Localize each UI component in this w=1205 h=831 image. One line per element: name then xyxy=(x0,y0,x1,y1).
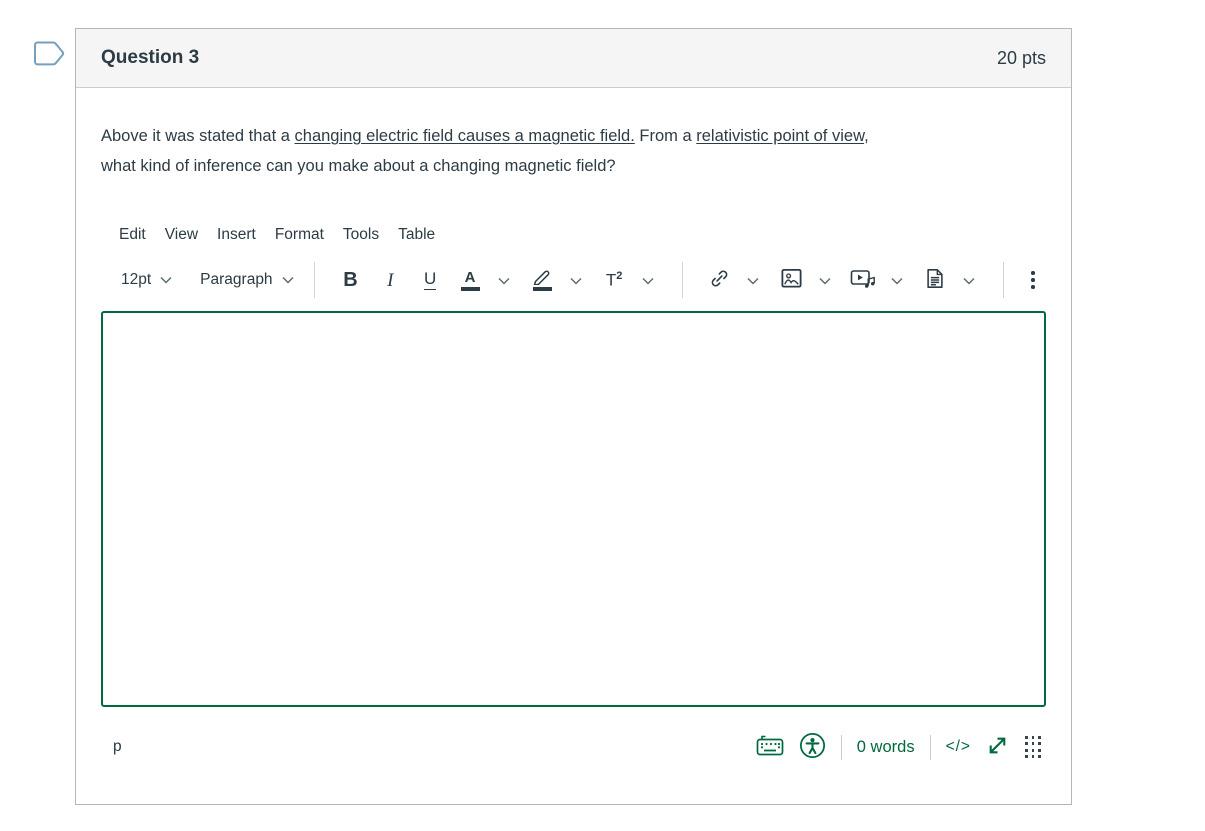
highlighter-pencil-icon xyxy=(532,269,552,291)
paragraph-style-dropdown[interactable]: Paragraph xyxy=(196,267,297,293)
rce-menubar: Edit View Insert Format Tools Table xyxy=(101,225,1046,244)
question-title: Question 3 xyxy=(101,47,200,68)
menu-format[interactable]: Format xyxy=(275,225,324,244)
superscript-dropdown-chevron[interactable] xyxy=(642,273,654,288)
menu-table[interactable]: Table xyxy=(398,225,435,244)
highlight-color-button[interactable] xyxy=(522,262,562,298)
underline-icon: U xyxy=(424,269,437,290)
menu-edit[interactable]: Edit xyxy=(119,225,146,244)
document-icon xyxy=(924,267,946,293)
accessibility-checker-button[interactable] xyxy=(799,732,826,762)
document-dropdown-chevron[interactable] xyxy=(963,273,975,288)
fullscreen-button[interactable] xyxy=(986,734,1009,760)
superscript-icon: T2 xyxy=(605,270,623,290)
menu-insert[interactable]: Insert xyxy=(217,225,256,244)
resize-drag-handle-icon[interactable] xyxy=(1024,735,1042,760)
html-editor-button[interactable]: </> xyxy=(946,738,971,756)
rce-editor-area[interactable] xyxy=(101,311,1046,707)
bold-button[interactable]: B xyxy=(331,262,371,298)
question-text-underlined: relativistic point of view xyxy=(696,127,865,145)
question-text-part: From a xyxy=(634,127,697,145)
question-text-part: what kind of inference can you make abou… xyxy=(101,157,616,175)
bookmark-tag-icon xyxy=(31,41,67,73)
question-card: Question 3 20 pts Above it was stated th… xyxy=(75,28,1072,805)
menu-view[interactable]: View xyxy=(165,225,198,244)
resize-diagonal-arrow-icon xyxy=(986,737,1009,760)
question-points: 20 pts xyxy=(996,47,1046,68)
toolbar-divider xyxy=(682,262,684,298)
image-icon xyxy=(780,267,803,293)
statusbar-divider xyxy=(840,734,842,760)
media-icon xyxy=(850,267,876,293)
toolbar-divider xyxy=(1003,262,1005,298)
rce-toolbar: 12pt Paragraph B I U A T2 xyxy=(101,260,1046,300)
vertical-ellipsis-icon xyxy=(1031,271,1035,275)
word-count: 0 words xyxy=(856,737,915,756)
bold-icon: B xyxy=(343,269,358,291)
keyboard-icon xyxy=(756,735,784,759)
highlight-color-dropdown-chevron[interactable] xyxy=(570,273,582,288)
rce-statusbar: p 0 words </> xyxy=(101,731,1046,763)
chevron-down-icon xyxy=(282,271,294,289)
underline-button[interactable]: U xyxy=(410,262,450,298)
keyboard-shortcuts-button[interactable] xyxy=(756,735,784,759)
italic-button[interactable]: I xyxy=(370,262,410,298)
question-text-underlined: changing electric field causes a magneti… xyxy=(294,127,635,145)
image-dropdown-chevron[interactable] xyxy=(819,273,831,288)
toolbar-divider xyxy=(313,262,315,298)
text-color-icon: A xyxy=(460,270,480,291)
font-size-dropdown[interactable]: 12pt xyxy=(117,267,176,293)
insert-image-button[interactable] xyxy=(771,262,811,298)
flag-question-button[interactable] xyxy=(31,39,67,70)
paragraph-style-value: Paragraph xyxy=(200,271,273,288)
more-options-button[interactable] xyxy=(1020,271,1046,289)
rich-content-editor: Edit View Insert Format Tools Table 12pt… xyxy=(101,225,1046,763)
question-body: Above it was stated that a changing elec… xyxy=(76,121,1071,763)
link-dropdown-chevron[interactable] xyxy=(747,273,759,288)
insert-link-button[interactable] xyxy=(699,262,739,298)
question-header: Question 3 20 pts xyxy=(76,29,1071,88)
superscript-button[interactable]: T2 xyxy=(594,262,634,298)
insert-document-button[interactable] xyxy=(915,262,955,298)
italic-icon: I xyxy=(387,269,394,291)
link-icon xyxy=(708,267,731,293)
media-dropdown-chevron[interactable] xyxy=(891,273,903,288)
text-color-button[interactable]: A xyxy=(450,262,490,298)
insert-media-button[interactable] xyxy=(843,262,883,298)
text-color-dropdown-chevron[interactable] xyxy=(498,273,510,288)
element-path: p xyxy=(113,738,122,755)
font-size-value: 12pt xyxy=(121,271,152,288)
question-text-part: Above it was stated that a xyxy=(101,127,295,145)
accessibility-icon xyxy=(799,732,826,762)
chevron-down-icon xyxy=(160,271,172,289)
statusbar-divider xyxy=(929,734,931,760)
question-text: Above it was stated that a changing elec… xyxy=(101,121,1046,181)
question-text-part: , xyxy=(864,127,869,145)
menu-tools[interactable]: Tools xyxy=(343,225,379,244)
